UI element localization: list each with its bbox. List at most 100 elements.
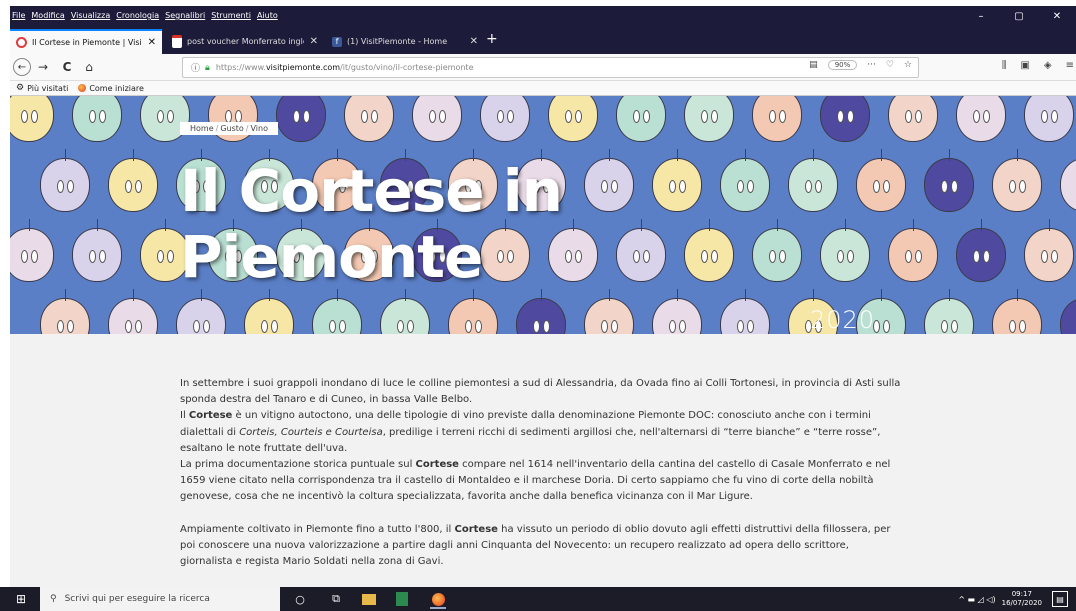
sidebar-icon[interactable]: ▣ xyxy=(1020,60,1029,71)
grape-decoration xyxy=(1024,219,1074,282)
grape-decoration xyxy=(380,289,430,334)
tab-close-icon[interactable]: ✕ xyxy=(148,37,156,48)
menu-strumenti[interactable]: Strumenti xyxy=(211,11,251,20)
grape-decoration xyxy=(652,289,702,334)
bookmark-label: Come iniziare xyxy=(89,83,144,93)
lock-icon[interactable]: 🔒︎ xyxy=(205,63,210,73)
menu-file[interactable]: File xyxy=(12,11,25,20)
paragraph-1: In settembre i suoi grappoli inondano di… xyxy=(180,378,901,406)
info-icon[interactable]: ⓘ xyxy=(191,61,200,74)
grape-decoration xyxy=(412,96,462,142)
menu-cronologia[interactable]: Cronologia xyxy=(116,11,159,20)
file-explorer-icon[interactable] xyxy=(362,594,376,605)
paragraph-4: Ampiamente coltivato in Piemonte fino a … xyxy=(180,523,891,568)
grape-decoration xyxy=(820,96,870,142)
grape-decoration xyxy=(992,149,1042,212)
maximize-button[interactable]: ▢ xyxy=(1000,6,1038,26)
tab-close-icon[interactable]: ✕ xyxy=(470,36,478,47)
firefox-taskbar-icon[interactable] xyxy=(430,591,446,609)
paragraph-2: Il Cortese è un vitigno autoctono, una d… xyxy=(180,410,881,454)
menu-visualizza[interactable]: Visualizza xyxy=(71,11,110,20)
breadcrumb-vino[interactable]: Vino xyxy=(251,124,268,133)
clock[interactable]: 09:17 16/07/2020 xyxy=(1002,590,1042,608)
grape-decoration xyxy=(108,289,158,334)
search-placeholder: Scrivi qui per eseguire la ricerca xyxy=(64,594,210,604)
system-tray: ^ ▬ ◿ ◁) 09:17 16/07/2020 xyxy=(958,590,1042,608)
toolbar-icons: ⫼ ▣ ◈ ≡ xyxy=(1002,60,1074,71)
tray-icons[interactable]: ^ ▬ ◿ ◁) xyxy=(958,595,995,604)
grape-decoration xyxy=(1024,96,1074,142)
windows-start-icon[interactable]: ⊞ xyxy=(16,592,26,606)
grape-decoration xyxy=(956,219,1006,282)
hamburger-menu-icon[interactable]: ≡ xyxy=(1066,60,1074,71)
grape-decoration xyxy=(888,96,938,142)
clock-time: 09:17 xyxy=(1011,590,1032,598)
new-tab-button[interactable]: + xyxy=(486,31,498,47)
menu-items: File Modifica Visualizza Cronologia Segn… xyxy=(12,11,278,20)
year-label: 2020 xyxy=(810,306,876,334)
taskbar-search[interactable]: ⚲ Scrivi qui per eseguire la ricerca xyxy=(40,587,280,611)
article-body: In settembre i suoi grappoli inondano di… xyxy=(180,376,902,570)
tab-label: (1) VisitPiemonte - Home xyxy=(347,37,448,46)
reader-view-icon[interactable]: ▤ xyxy=(809,60,818,70)
hero-banner: Home / Gusto / Vino Il Cortese in Piemon… xyxy=(10,96,1076,334)
pocket-icon[interactable]: ♡ xyxy=(886,60,894,70)
tab-gmail[interactable]: post voucher Monferrato ingle ✕ xyxy=(166,29,324,54)
menu-modifica[interactable]: Modifica xyxy=(31,11,64,20)
grape-decoration xyxy=(276,96,326,142)
grape-decoration xyxy=(584,289,634,334)
close-window-button[interactable]: ✕ xyxy=(1038,6,1076,26)
facebook-icon: f xyxy=(332,36,342,47)
visitpiemonte-icon xyxy=(16,37,27,48)
url-actions: ▤ 90% ··· ♡ ☆ xyxy=(809,60,912,70)
gear-icon: ⚙ xyxy=(16,83,25,93)
library-icon[interactable]: ⫼ xyxy=(1002,60,1007,71)
breadcrumb-home[interactable]: Home xyxy=(190,124,214,133)
grape-decoration xyxy=(888,219,938,282)
grape-decoration xyxy=(752,219,802,282)
cortana-icon[interactable]: ○ xyxy=(292,591,308,607)
bookmark-getting-started[interactable]: Come iniziare xyxy=(78,84,144,93)
grape-decoration xyxy=(924,289,974,334)
address-bar[interactable]: ⓘ 🔒︎ https://www.visitpiemonte.com/it/gu… xyxy=(182,57,919,78)
paragraph-3: La prima documentazione storica puntuale… xyxy=(180,459,891,503)
extension-icon[interactable]: ◈ xyxy=(1044,60,1052,71)
tab-label: Il Cortese in Piemonte | VisitPie xyxy=(32,38,142,47)
zoom-indicator[interactable]: 90% xyxy=(827,60,858,70)
grape-decoration xyxy=(10,96,54,142)
grape-decoration xyxy=(312,289,362,334)
grape-decoration xyxy=(244,289,294,334)
reload-button[interactable]: C xyxy=(58,58,76,76)
windows-taskbar: ⊞ ⚲ Scrivi qui per eseguire la ricerca ○… xyxy=(0,587,1076,611)
back-button[interactable]: ← xyxy=(13,58,31,76)
forward-button[interactable]: → xyxy=(34,58,52,76)
grape-decoration xyxy=(788,149,838,212)
page-actions-icon[interactable]: ··· xyxy=(867,60,876,70)
title-line-1: Il Cortese in xyxy=(180,157,563,225)
tab-close-icon[interactable]: ✕ xyxy=(310,36,318,47)
grape-decoration xyxy=(684,96,734,142)
title-line-2: Piemonte xyxy=(180,223,483,291)
grape-decoration xyxy=(1060,158,1076,212)
notifications-icon[interactable]: ▤ xyxy=(1052,591,1068,607)
bookmark-most-visited[interactable]: ⚙ Più visitati xyxy=(16,83,68,93)
spreadsheet-app-icon[interactable] xyxy=(396,592,408,606)
minimize-button[interactable]: – xyxy=(962,6,1000,26)
task-view-icon[interactable]: ⧉ xyxy=(328,591,344,607)
menu-aiuto[interactable]: Aiuto xyxy=(257,11,278,20)
bookmarks-bar: ⚙ Più visitati Come iniziare xyxy=(10,81,1076,96)
home-button[interactable]: ⌂ xyxy=(80,58,98,76)
grape-decoration xyxy=(480,96,530,142)
tab-facebook[interactable]: f (1) VisitPiemonte - Home ✕ xyxy=(326,29,484,54)
grape-decoration xyxy=(992,289,1042,334)
bookmark-label: Più visitati xyxy=(27,83,69,93)
breadcrumb-gusto[interactable]: Gusto xyxy=(220,124,243,133)
window-controls: – ▢ ✕ xyxy=(962,6,1076,26)
grape-decoration xyxy=(40,149,90,212)
bookmark-star-icon[interactable]: ☆ xyxy=(904,60,912,70)
grape-decoration xyxy=(752,96,802,142)
menu-segnalibri[interactable]: Segnalibri xyxy=(165,11,205,20)
tab-cortese[interactable]: Il Cortese in Piemonte | VisitPie ✕ xyxy=(10,29,162,54)
grape-decoration xyxy=(924,149,974,212)
grape-decoration xyxy=(820,219,870,282)
